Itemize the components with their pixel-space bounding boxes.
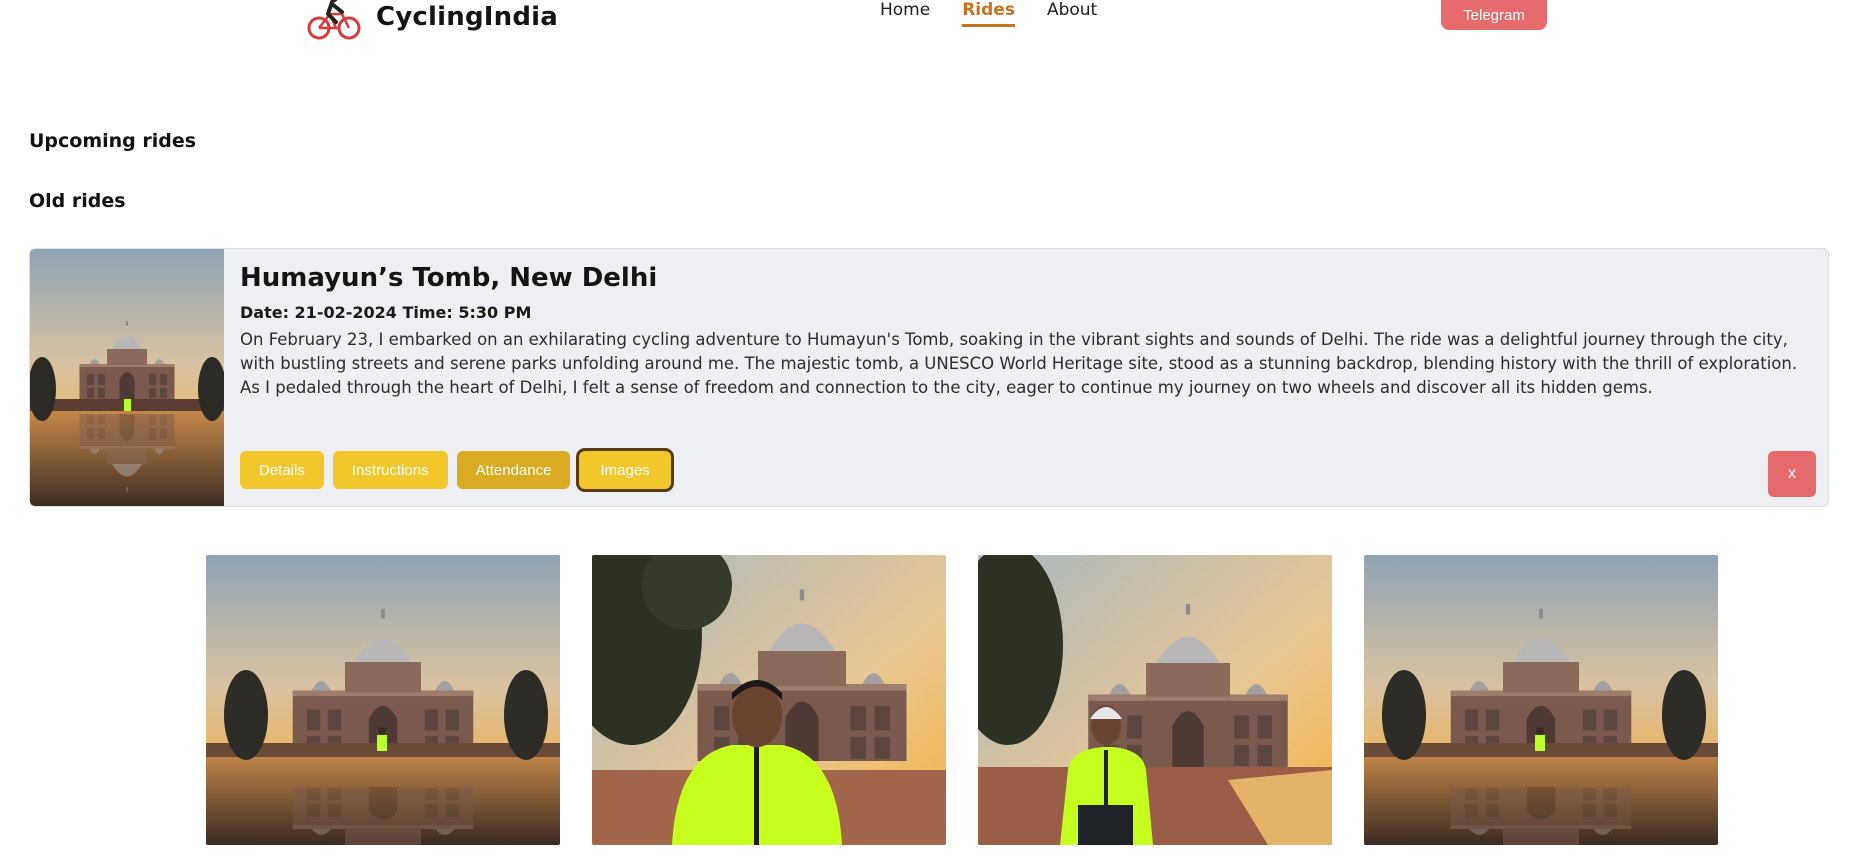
- ride-details: Humayun’s Tomb, New Delhi Date: 21-02-20…: [240, 263, 1812, 400]
- ride-thumbnail-image[interactable]: [30, 249, 224, 507]
- ride-actions: Details Instructions Attendance Images: [240, 451, 671, 489]
- nav-home[interactable]: Home: [880, 0, 930, 27]
- old-rides-heading: Old rides: [29, 190, 126, 212]
- upcoming-rides-heading: Upcoming rides: [29, 130, 197, 152]
- gallery-photo[interactable]: [978, 555, 1332, 845]
- tomb-reflection-image: [206, 555, 560, 845]
- cyclist-portrait-image: [592, 555, 946, 845]
- ride-date-time: Date: 21-02-2024 Time: 5:30 PM: [240, 303, 532, 322]
- attendance-button[interactable]: Attendance: [456, 451, 571, 489]
- images-button[interactable]: Images: [579, 451, 671, 489]
- nav-rides[interactable]: Rides: [962, 0, 1015, 27]
- gallery-photo[interactable]: [206, 555, 560, 845]
- brand-name: CyclingIndia: [376, 2, 559, 32]
- ride-card: Humayun’s Tomb, New Delhi Date: 21-02-20…: [29, 248, 1829, 507]
- cyclist-standing-image: [978, 555, 1332, 845]
- nav-about[interactable]: About: [1047, 0, 1097, 27]
- instructions-button[interactable]: Instructions: [332, 451, 448, 489]
- tomb-reflection-image: [1364, 555, 1718, 845]
- telegram-button[interactable]: Telegram: [1441, 0, 1547, 30]
- ride-title: Humayun’s Tomb, New Delhi: [240, 263, 658, 293]
- ride-description: On February 23, I embarked on an exhilar…: [240, 330, 1798, 397]
- main-nav: Home Rides About: [880, 0, 1097, 27]
- image-gallery: [206, 555, 1718, 845]
- cyclist-logo-icon: [307, 0, 361, 40]
- close-button[interactable]: x: [1768, 451, 1816, 497]
- site-header: CyclingIndia Home Rides About Telegram: [0, 0, 1855, 44]
- brand[interactable]: CyclingIndia: [306, 0, 558, 40]
- details-button[interactable]: Details: [240, 451, 324, 489]
- gallery-photo[interactable]: [1364, 555, 1718, 845]
- gallery-photo[interactable]: [592, 555, 946, 845]
